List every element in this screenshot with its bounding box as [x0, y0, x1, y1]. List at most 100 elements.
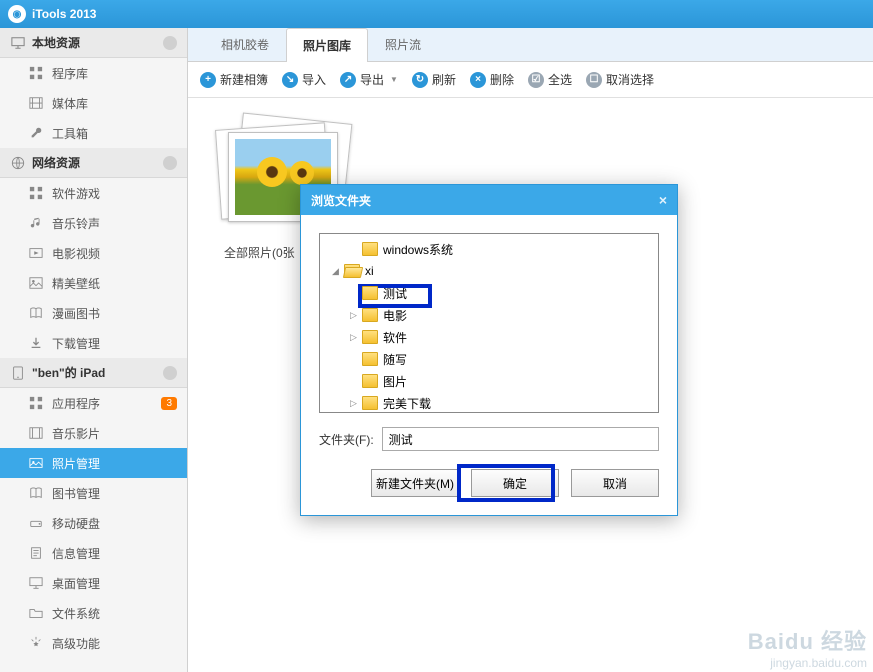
app-logo-icon: ◉: [8, 5, 26, 23]
watermark-brand: Baidu 经验: [748, 624, 867, 656]
deselect-icon: ☐: [586, 72, 602, 88]
sidebar-item-label: 工具箱: [52, 125, 88, 142]
sidebar-section-local[interactable]: 本地资源: [0, 28, 187, 58]
sidebar-item-label: 应用程序: [52, 395, 100, 412]
app-title: iTools 2013: [32, 7, 96, 21]
folder-icon: [362, 330, 378, 344]
sidebar-item-mobile-disk[interactable]: 移动硬盘: [0, 508, 187, 538]
close-icon[interactable]: ×: [659, 192, 667, 208]
watermark: Baidu 经验 jingyan.baidu.com: [748, 624, 867, 670]
sidebar-section-device[interactable]: "ben"的 iPad: [0, 358, 187, 388]
sidebar-item-desktop-manage[interactable]: 桌面管理: [0, 568, 187, 598]
sidebar-item-photo-manage[interactable]: 照片管理: [0, 448, 187, 478]
folder-icon: [362, 242, 378, 256]
sidebar-item-label: 下载管理: [52, 335, 100, 352]
sidebar-item-filesystem[interactable]: 文件系统: [0, 598, 187, 628]
tree-label: 电影: [383, 307, 407, 324]
import-button[interactable]: ↘导入: [282, 71, 326, 88]
sidebar-item-comics-books[interactable]: 漫画图书: [0, 298, 187, 328]
sidebar-item-info-manage[interactable]: 信息管理: [0, 538, 187, 568]
sidebar-item-label: 漫画图书: [52, 305, 100, 322]
tool-label: 导出: [360, 71, 384, 88]
new-folder-button[interactable]: 新建文件夹(M): [371, 469, 459, 497]
folder-open-icon: [344, 264, 360, 278]
tree-item-pictures[interactable]: 图片: [322, 370, 656, 392]
cancel-button[interactable]: 取消: [571, 469, 659, 497]
folder-tree[interactable]: windows系统 ◢ xi 测试 ▷ 电影 ▷ 软件: [319, 233, 659, 413]
browse-folder-dialog: 浏览文件夹 × windows系统 ◢ xi 测试 ▷: [300, 184, 678, 516]
delete-button[interactable]: ×删除: [470, 71, 514, 88]
select-all-button[interactable]: ☑全选: [528, 71, 572, 88]
tree-item-perfect-dl[interactable]: ▷ 完美下载: [322, 392, 656, 413]
sidebar-item-label: 信息管理: [52, 545, 100, 562]
film-icon: [28, 425, 44, 441]
deselect-button[interactable]: ☐取消选择: [586, 71, 654, 88]
collapse-icon[interactable]: ◢: [330, 266, 341, 277]
dialog-title: 浏览文件夹: [311, 192, 371, 209]
export-icon: ↗: [340, 72, 356, 88]
sidebar-item-advanced[interactable]: 高级功能: [0, 628, 187, 658]
tablet-icon: [10, 365, 26, 381]
ok-button[interactable]: 确定: [471, 469, 559, 497]
tree-label: 完美下载: [383, 395, 431, 412]
tree-item-software[interactable]: ▷ 软件: [322, 326, 656, 348]
sidebar-item-apps[interactable]: 应用程序 3: [0, 388, 187, 418]
tool-label: 全选: [548, 71, 572, 88]
sidebar-section-network[interactable]: 网络资源: [0, 148, 187, 178]
sidebar-item-toolbox[interactable]: 工具箱: [0, 118, 187, 148]
sidebar-item-label: 照片管理: [52, 455, 100, 472]
tree-item-windows[interactable]: windows系统: [322, 238, 656, 260]
refresh-button[interactable]: ↻刷新: [412, 71, 456, 88]
sidebar-item-music-ringtones[interactable]: 音乐铃声: [0, 208, 187, 238]
tool-label: 取消选择: [606, 71, 654, 88]
tree-label: 图片: [383, 373, 407, 390]
download-icon: [28, 335, 44, 351]
dialog-titlebar[interactable]: 浏览文件夹 ×: [301, 185, 677, 215]
tree-item-movies[interactable]: ▷ 电影: [322, 304, 656, 326]
expand-icon[interactable]: ▷: [348, 310, 359, 321]
tab-camera-roll[interactable]: 相机胶卷: [204, 27, 286, 61]
collapse-icon[interactable]: [163, 366, 177, 380]
tree-label: 软件: [383, 329, 407, 346]
sidebar-item-music-video[interactable]: 音乐影片: [0, 418, 187, 448]
sidebar-item-book-manage[interactable]: 图书管理: [0, 478, 187, 508]
tool-label: 导入: [302, 71, 326, 88]
sidebar-item-label: 电影视频: [52, 245, 100, 262]
tree-item-notes[interactable]: 随写: [322, 348, 656, 370]
sidebar-item-label: 音乐影片: [52, 425, 100, 442]
tree-item-test[interactable]: 测试: [322, 282, 656, 304]
tab-photo-stream[interactable]: 照片流: [368, 27, 438, 61]
folder-icon: [28, 605, 44, 621]
sidebar-item-software-games[interactable]: 软件游戏: [0, 178, 187, 208]
film-icon: [28, 95, 44, 111]
sidebar-item-label: 高级功能: [52, 635, 100, 652]
star-icon: [28, 635, 44, 651]
collapse-icon[interactable]: [163, 156, 177, 170]
photo-icon: [28, 455, 44, 471]
new-album-button[interactable]: +新建相簿: [200, 71, 268, 88]
sidebar-item-media[interactable]: 媒体库: [0, 88, 187, 118]
sidebar-item-movie-video[interactable]: 电影视频: [0, 238, 187, 268]
sidebar-item-label: 程序库: [52, 65, 88, 82]
sidebar-item-downloads[interactable]: 下载管理: [0, 328, 187, 358]
sidebar-item-programs[interactable]: 程序库: [0, 58, 187, 88]
collapse-icon[interactable]: [163, 36, 177, 50]
expand-icon[interactable]: ▷: [348, 398, 359, 409]
refresh-icon: ↻: [412, 72, 428, 88]
folder-path-input[interactable]: [382, 427, 659, 451]
book-icon: [28, 305, 44, 321]
dropdown-icon: ▼: [390, 75, 398, 84]
sidebar-item-label: 图书管理: [52, 485, 100, 502]
path-label: 文件夹(F):: [319, 431, 374, 448]
expand-icon[interactable]: ▷: [348, 332, 359, 343]
tree-item-xi[interactable]: ◢ xi: [322, 260, 656, 282]
sidebar-item-wallpapers[interactable]: 精美壁纸: [0, 268, 187, 298]
tab-photo-library[interactable]: 照片图库: [286, 28, 368, 62]
monitor-icon: [10, 35, 26, 51]
play-icon: [28, 245, 44, 261]
toolbar: +新建相簿 ↘导入 ↗导出 ▼ ↻刷新 ×删除 ☑全选 ☐取消选择: [188, 62, 873, 98]
sidebar-item-label: 精美壁纸: [52, 275, 100, 292]
sidebar-item-label: 软件游戏: [52, 185, 100, 202]
sidebar: 本地资源 程序库 媒体库 工具箱 网络资源 软件游戏 音乐铃声: [0, 28, 188, 672]
export-button[interactable]: ↗导出 ▼: [340, 71, 398, 88]
